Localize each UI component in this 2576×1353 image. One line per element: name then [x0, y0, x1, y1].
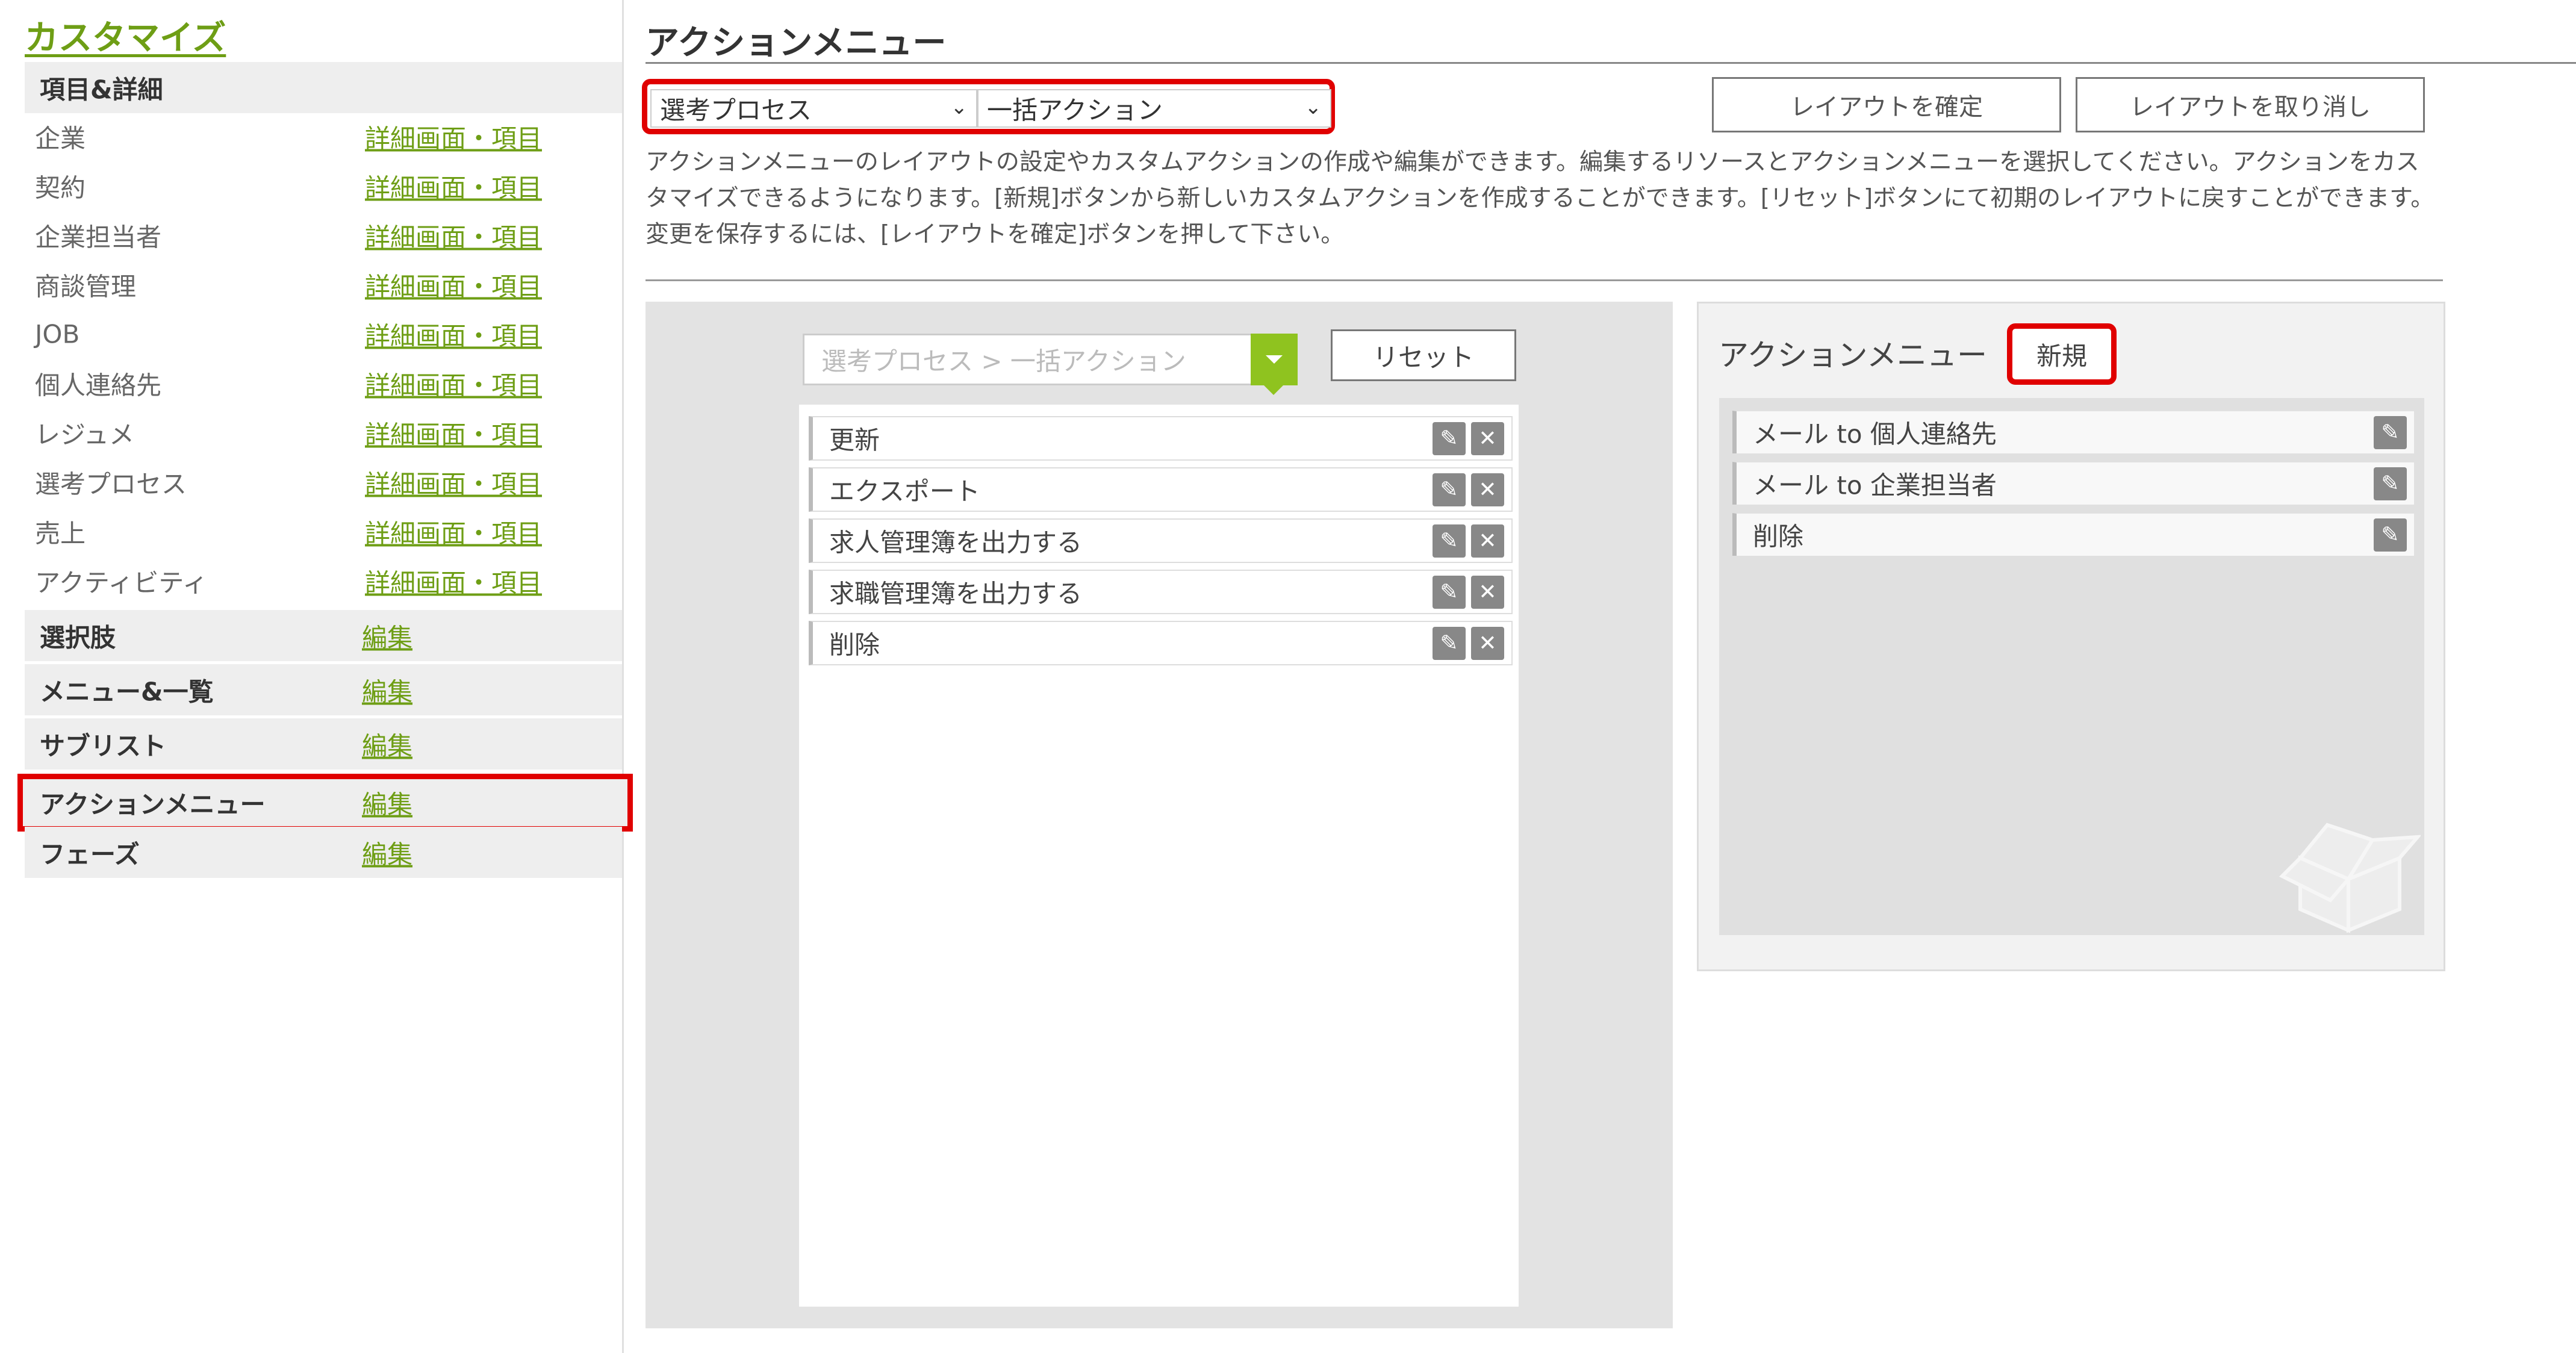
sidebar-item-company: 企業 詳細画面・項目: [25, 112, 622, 161]
detail-items-link[interactable]: 詳細画面・項目: [365, 119, 542, 155]
breadcrumb-select[interactable]: 選考プロセス > 一括アクション: [803, 334, 1298, 385]
select-group-highlight: 選考プロセス ⌄ 一括アクション ⌄: [642, 79, 1335, 134]
sidebar-item-contract: 契約 詳細画面・項目: [25, 161, 622, 211]
sidebar-item-label: 選考プロセス: [35, 469, 187, 499]
sidebar-section-sublist: サブリスト 編集: [25, 718, 622, 770]
dropdown-notch: [1263, 384, 1284, 395]
sidebar-item-label: JOB: [35, 319, 80, 349]
edit-link[interactable]: 編集: [362, 785, 412, 821]
section-label: メニュー&一覧: [40, 677, 214, 706]
description-text: アクションメニューのレイアウトの設定やカスタムアクションの作成や編集ができます。…: [646, 149, 2434, 248]
detail-items-link[interactable]: 詳細画面・項目: [365, 168, 542, 205]
sidebar-item-company-contact: 企業担当者 詳細画面・項目: [25, 211, 622, 260]
sidebar-item-label: 企業担当者: [35, 222, 162, 252]
pencil-icon[interactable]: ✎: [1433, 524, 1466, 558]
resource-select-value: 選考プロセス: [660, 95, 812, 125]
custom-action-item[interactable]: メール to 企業担当者 ✎: [1732, 462, 2414, 505]
pencil-icon[interactable]: ✎: [2374, 518, 2407, 552]
close-icon[interactable]: ✕: [1471, 422, 1504, 455]
sidebar: カスタマイズ 項目&詳細 企業 詳細画面・項目 契約 詳細画面・項目 企業担当者…: [0, 0, 633, 1353]
action-menu-select-value: 一括アクション: [987, 95, 1163, 125]
action-item-label: 更新: [829, 425, 880, 455]
reset-button[interactable]: リセット: [1331, 329, 1516, 381]
action-item[interactable]: 更新 ✎ ✕: [809, 416, 1513, 461]
detail-items-link[interactable]: 詳細画面・項目: [365, 415, 542, 452]
sidebar-section-menu-list: メニュー&一覧 編集: [25, 664, 622, 715]
sidebar-item-label: 企業: [35, 123, 86, 154]
detail-items-link[interactable]: 詳細画面・項目: [365, 316, 542, 353]
pencil-icon[interactable]: ✎: [2374, 416, 2407, 449]
custom-action-item[interactable]: メール to 個人連絡先 ✎: [1732, 411, 2414, 453]
sidebar-item-label: 個人連絡先: [35, 370, 162, 400]
sidebar-title-link[interactable]: カスタマイズ: [25, 11, 226, 60]
section-label: フェーズ: [40, 839, 140, 869]
resource-select[interactable]: 選考プロセス ⌄: [650, 89, 977, 128]
sidebar-item-sales: 売上 詳細画面・項目: [25, 507, 622, 556]
edit-link[interactable]: 編集: [362, 834, 412, 871]
action-item[interactable]: 削除 ✎ ✕: [809, 621, 1513, 665]
sidebar-item-activity: アクティビティ 詳細画面・項目: [25, 556, 622, 606]
custom-action-label: メール to 個人連絡先: [1753, 419, 1997, 449]
section-label: 項目&詳細: [40, 75, 163, 104]
action-item-label: 求人管理簿を出力する: [829, 527, 1083, 558]
sidebar-item-personal-contact: 個人連絡先 詳細画面・項目: [25, 359, 622, 408]
sidebar-item-label: アクティビティ: [35, 568, 208, 598]
action-item[interactable]: エクスポート ✎ ✕: [809, 467, 1513, 512]
new-action-button[interactable]: 新規: [2007, 323, 2117, 385]
cancel-layout-button[interactable]: レイアウトを取り消し: [2076, 77, 2425, 132]
action-menu-panel-title: アクションメニュー: [1719, 338, 1987, 373]
chevron-down-icon: ⌄: [950, 95, 968, 119]
breadcrumb-select-value: 選考プロセス > 一括アクション: [821, 346, 1186, 376]
action-item[interactable]: 求人管理簿を出力する ✎ ✕: [809, 518, 1513, 563]
detail-items-link[interactable]: 詳細画面・項目: [365, 464, 542, 501]
detail-items-link[interactable]: 詳細画面・項目: [365, 514, 542, 550]
custom-action-label: メール to 企業担当者: [1753, 470, 1997, 500]
sidebar-section-phase: フェーズ 編集: [25, 827, 622, 878]
sidebar-section-action-menu: アクションメニュー 編集: [17, 774, 633, 832]
close-icon[interactable]: ✕: [1471, 473, 1504, 506]
sidebar-item-label: 契約: [35, 173, 86, 203]
sidebar-section-items-details: 項目&詳細: [25, 62, 622, 113]
pencil-icon[interactable]: ✎: [1433, 627, 1466, 660]
chevron-down-icon: ⌄: [1304, 95, 1322, 119]
pencil-icon[interactable]: ✎: [1433, 576, 1466, 609]
sidebar-item-resume: レジュメ 詳細画面・項目: [25, 408, 622, 458]
action-item-label: 削除: [829, 630, 880, 660]
section-label: アクションメニュー: [40, 789, 266, 820]
sidebar-section-options: 選択肢 編集: [25, 610, 622, 661]
action-item[interactable]: 求職管理簿を出力する ✎ ✕: [809, 570, 1513, 614]
pencil-icon[interactable]: ✎: [2374, 467, 2407, 500]
sidebar-item-selection-process: 選考プロセス 詳細画面・項目: [25, 458, 622, 507]
action-item-label: エクスポート: [829, 476, 980, 506]
edit-link[interactable]: 編集: [362, 617, 412, 654]
custom-action-label: 削除: [1753, 521, 1804, 552]
title-divider: [646, 62, 2576, 64]
dropdown-arrow-icon[interactable]: [1251, 334, 1298, 385]
pencil-icon[interactable]: ✎: [1433, 422, 1466, 455]
detail-items-link[interactable]: 詳細画面・項目: [365, 563, 542, 600]
action-menu-select[interactable]: 一括アクション ⌄: [977, 89, 1331, 128]
box-icon: [2279, 823, 2421, 933]
confirm-layout-button[interactable]: レイアウトを確定: [1712, 77, 2061, 132]
edit-link[interactable]: 編集: [362, 726, 412, 762]
sidebar-item-label: 売上: [35, 518, 86, 549]
detail-items-link[interactable]: 詳細画面・項目: [365, 365, 542, 402]
pencil-icon[interactable]: ✎: [1433, 473, 1466, 506]
sidebar-item-deals: 商談管理 詳細画面・項目: [25, 260, 622, 309]
section-label: 選択肢: [40, 623, 116, 652]
section-label: サブリスト: [40, 731, 167, 760]
detail-items-link[interactable]: 詳細画面・項目: [365, 217, 542, 254]
sidebar-item-label: レジュメ: [35, 420, 135, 450]
close-icon[interactable]: ✕: [1471, 576, 1504, 609]
detail-items-link[interactable]: 詳細画面・項目: [365, 267, 542, 303]
sidebar-item-label: 商談管理: [35, 272, 137, 302]
page-title: アクションメニュー: [646, 23, 947, 63]
description-divider: [646, 279, 2443, 281]
edit-link[interactable]: 編集: [362, 671, 412, 708]
custom-action-item[interactable]: 削除 ✎: [1732, 513, 2414, 556]
sidebar-item-job: JOB 詳細画面・項目: [25, 309, 622, 359]
close-icon[interactable]: ✕: [1471, 524, 1504, 558]
close-icon[interactable]: ✕: [1471, 627, 1504, 660]
action-item-label: 求職管理簿を出力する: [829, 579, 1083, 609]
